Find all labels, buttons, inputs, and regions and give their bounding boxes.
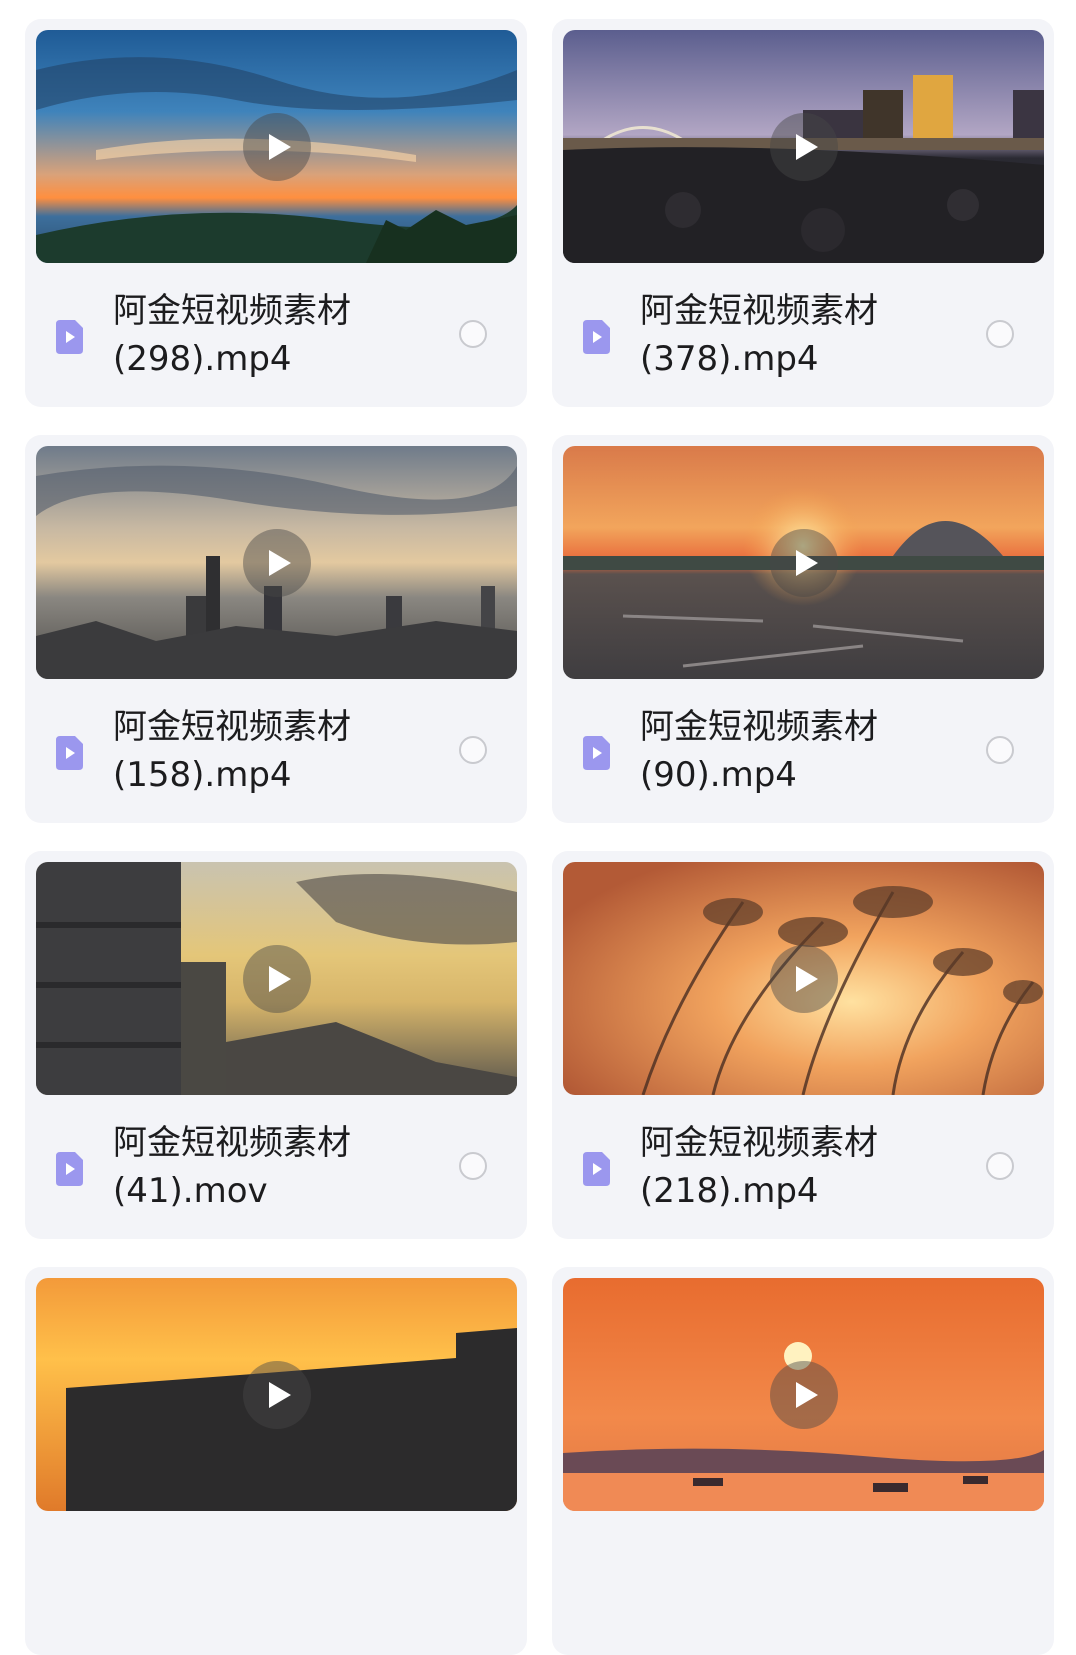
- file-name-suffix: (90).mp4: [640, 755, 797, 795]
- video-file-card[interactable]: 阿金短视频素材 (298).mp4: [25, 19, 527, 407]
- file-name: 阿金短视频素材 (90).mp4: [640, 703, 960, 799]
- video-file-card[interactable]: 阿金短视频素材 (41).mov: [25, 851, 527, 1239]
- video-file-grid: 阿金短视频素材 (298).mp4 阿金短视频素材 (378).mp4 阿金短视…: [0, 0, 1076, 1655]
- video-thumbnail[interactable]: [563, 30, 1044, 263]
- select-radio-icon[interactable]: [459, 320, 487, 348]
- video-file-card[interactable]: [25, 1267, 527, 1655]
- select-radio-icon[interactable]: [986, 1152, 1014, 1180]
- video-file-icon: [583, 1152, 610, 1186]
- file-name: 阿金短视频素材 (41).mov: [113, 1119, 433, 1215]
- video-thumbnail[interactable]: [36, 446, 517, 679]
- video-thumbnail[interactable]: [36, 30, 517, 263]
- file-name-title: 阿金短视频素材: [113, 1123, 351, 1163]
- file-name-title: 阿金短视频素材: [640, 1123, 878, 1163]
- file-name-title: 阿金短视频素材: [640, 707, 878, 747]
- video-file-icon: [56, 736, 83, 770]
- file-name-suffix: (41).mov: [113, 1171, 268, 1211]
- video-thumbnail[interactable]: [36, 862, 517, 1095]
- file-name: 阿金短视频素材 (298).mp4: [113, 287, 433, 383]
- play-icon[interactable]: [769, 112, 838, 181]
- file-name-suffix: (378).mp4: [640, 339, 819, 379]
- play-icon[interactable]: [242, 1360, 311, 1429]
- file-name-suffix: (218).mp4: [640, 1171, 819, 1211]
- video-thumbnail[interactable]: [563, 862, 1044, 1095]
- file-name-suffix: (298).mp4: [113, 339, 292, 379]
- video-file-card[interactable]: 阿金短视频素材 (218).mp4: [552, 851, 1054, 1239]
- video-thumbnail[interactable]: [563, 1278, 1044, 1511]
- file-name-title: 阿金短视频素材: [113, 291, 351, 331]
- video-thumbnail[interactable]: [36, 1278, 517, 1511]
- select-radio-icon[interactable]: [986, 736, 1014, 764]
- file-name-title: 阿金短视频素材: [640, 291, 878, 331]
- play-icon[interactable]: [769, 528, 838, 597]
- select-radio-icon[interactable]: [459, 1152, 487, 1180]
- play-icon[interactable]: [242, 944, 311, 1013]
- video-file-card[interactable]: 阿金短视频素材 (90).mp4: [552, 435, 1054, 823]
- video-file-icon: [56, 1152, 83, 1186]
- file-name: 阿金短视频素材 (218).mp4: [640, 1119, 960, 1215]
- video-file-icon: [583, 736, 610, 770]
- video-file-card[interactable]: 阿金短视频素材 (378).mp4: [552, 19, 1054, 407]
- play-icon[interactable]: [769, 944, 838, 1013]
- file-name: 阿金短视频素材 (378).mp4: [640, 287, 960, 383]
- file-name-suffix: (158).mp4: [113, 755, 292, 795]
- video-file-icon: [56, 320, 83, 354]
- video-file-card[interactable]: [552, 1267, 1054, 1655]
- video-thumbnail[interactable]: [563, 446, 1044, 679]
- play-icon[interactable]: [242, 528, 311, 597]
- video-file-icon: [583, 320, 610, 354]
- play-icon[interactable]: [769, 1360, 838, 1429]
- select-radio-icon[interactable]: [986, 320, 1014, 348]
- video-file-card[interactable]: 阿金短视频素材 (158).mp4: [25, 435, 527, 823]
- play-icon[interactable]: [242, 112, 311, 181]
- file-name: 阿金短视频素材 (158).mp4: [113, 703, 433, 799]
- file-name-title: 阿金短视频素材: [113, 707, 351, 747]
- select-radio-icon[interactable]: [459, 736, 487, 764]
